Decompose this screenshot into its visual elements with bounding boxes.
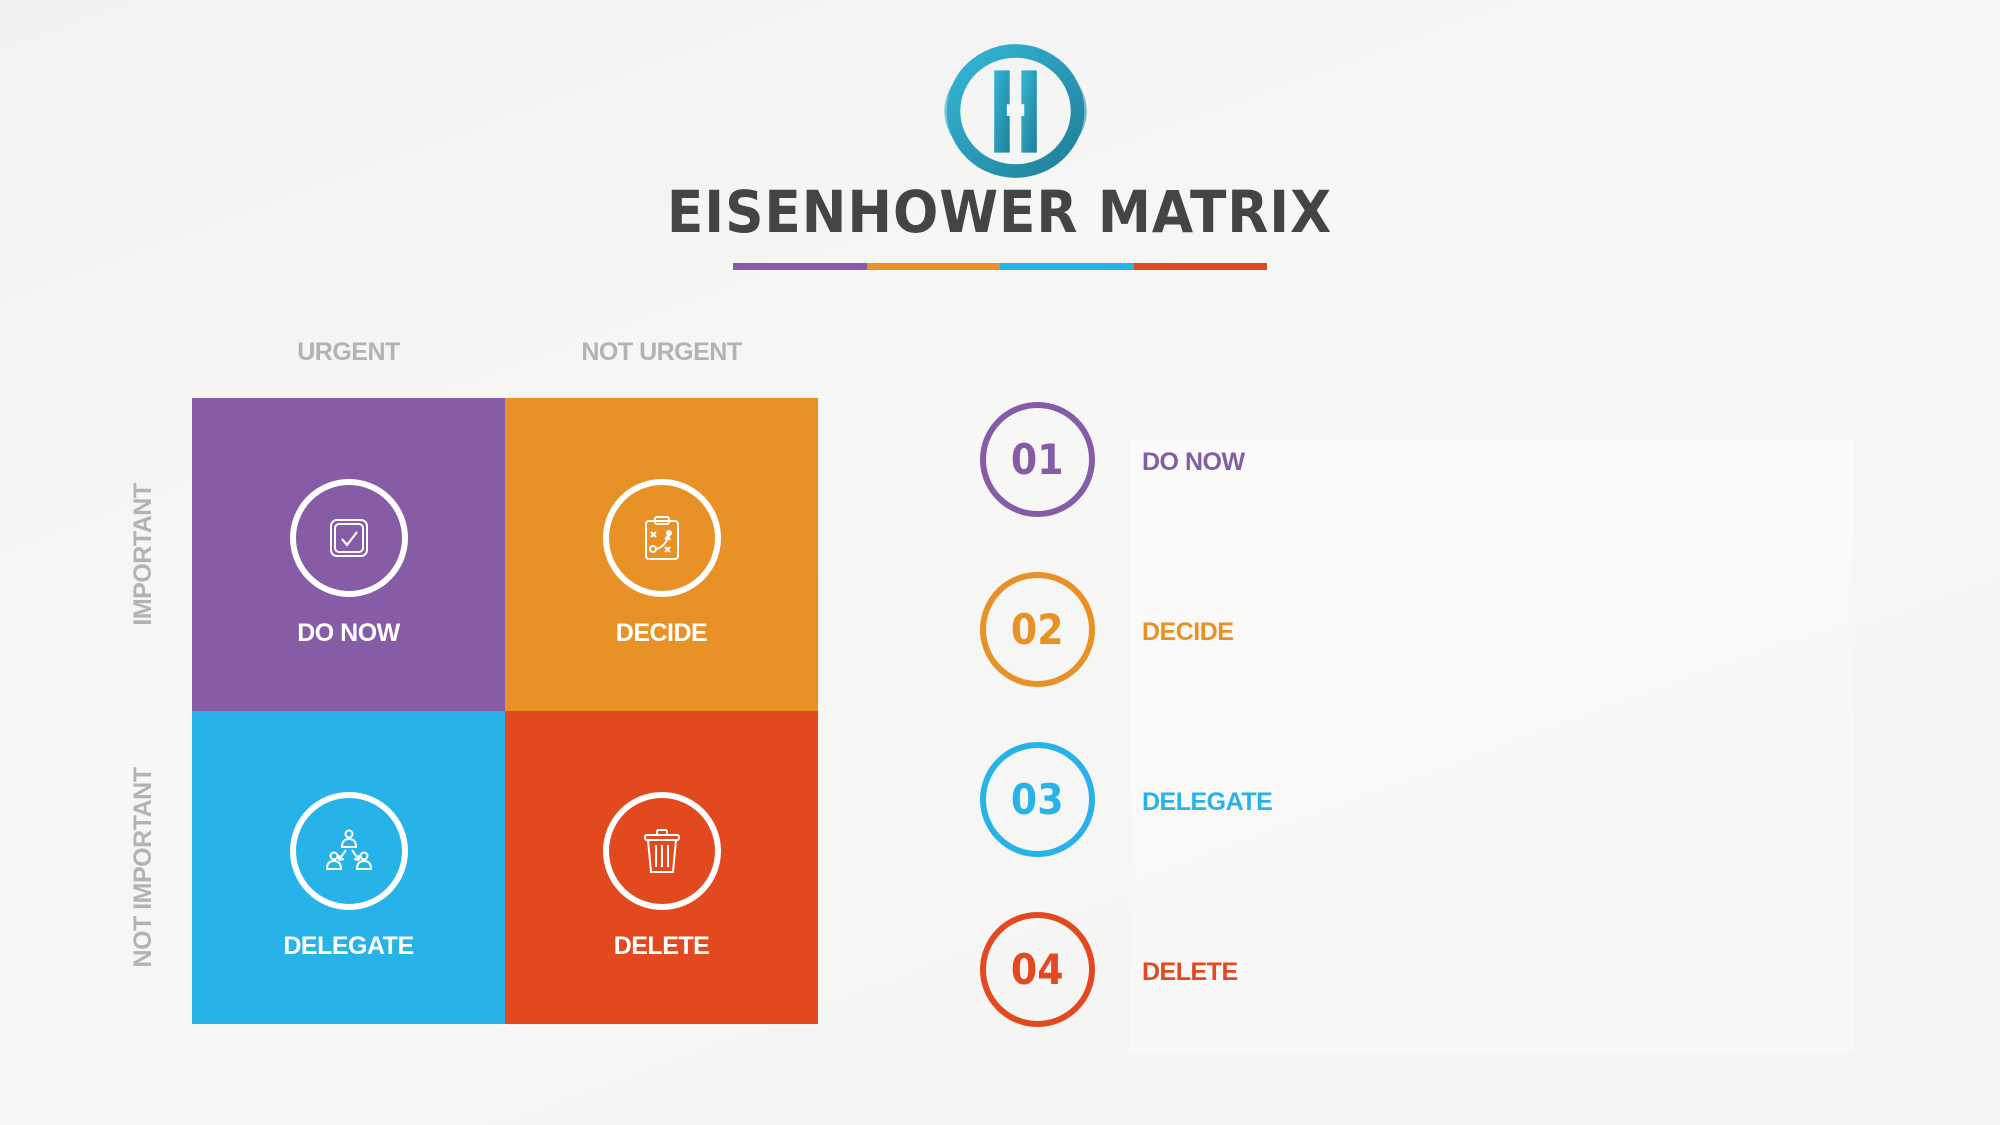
number-badge: 03 — [980, 742, 1095, 857]
title-bar-segment-blue — [1000, 263, 1134, 270]
list-item-delegate: 03 DELEGATE — [980, 742, 1880, 857]
quadrant-label: DELEGATE — [283, 932, 414, 960]
quadrant-label: DELETE — [613, 932, 710, 960]
quadrant-delete: DELETE — [505, 711, 818, 1024]
quadrant-icon-ring — [602, 479, 721, 597]
checkbox-icon — [329, 519, 368, 557]
row-label-important: IMPORTANT — [129, 483, 157, 626]
list-item-label: DELETE — [1142, 958, 1238, 986]
number-badge: 02 — [980, 572, 1095, 687]
quadrant-delegate: DELEGATE — [192, 711, 505, 1024]
quadrant-label: DECIDE — [615, 619, 708, 647]
list-item-decide: 02 DECIDE — [980, 572, 1880, 687]
number-badge: 01 — [980, 402, 1095, 517]
column-label-not-urgent: NOT URGENT — [581, 338, 742, 366]
eisenhower-matrix: DO NOW DECIDE DELEGATE DELETE — [192, 398, 818, 1024]
title-bar-segment-orange — [866, 263, 1000, 270]
delegate-people-icon — [325, 829, 372, 870]
list-item-label: DECIDE — [1142, 618, 1234, 646]
title-bar-segment-purple — [733, 263, 867, 270]
page-title: EISENHOWER MATRIX — [667, 178, 1333, 246]
quadrant-label: DO NOW — [297, 619, 400, 647]
trash-icon — [643, 829, 680, 873]
title-bar-segment-red — [1133, 263, 1267, 270]
quadrant-decide: DECIDE — [505, 398, 818, 711]
list-item-label: DO NOW — [1142, 448, 1245, 476]
eisenhower-logo-icon — [938, 36, 1093, 186]
list-item-delete: 04 DELETE — [980, 912, 1880, 1027]
row-label-not-important: NOT IMPORTANT — [129, 767, 157, 968]
number-badge: 04 — [980, 912, 1095, 1027]
quadrant-icon-ring — [289, 479, 408, 597]
quadrant-do-now: DO NOW — [192, 398, 505, 711]
strategy-clipboard-icon — [644, 516, 679, 560]
quadrant-icon-ring — [289, 792, 408, 910]
list-item-label: DELEGATE — [1142, 788, 1273, 816]
column-label-urgent: URGENT — [297, 338, 400, 366]
quadrant-icon-ring — [602, 792, 721, 910]
title-color-bar — [733, 263, 1267, 270]
list-item-do-now: 01 DO NOW — [980, 402, 1880, 517]
